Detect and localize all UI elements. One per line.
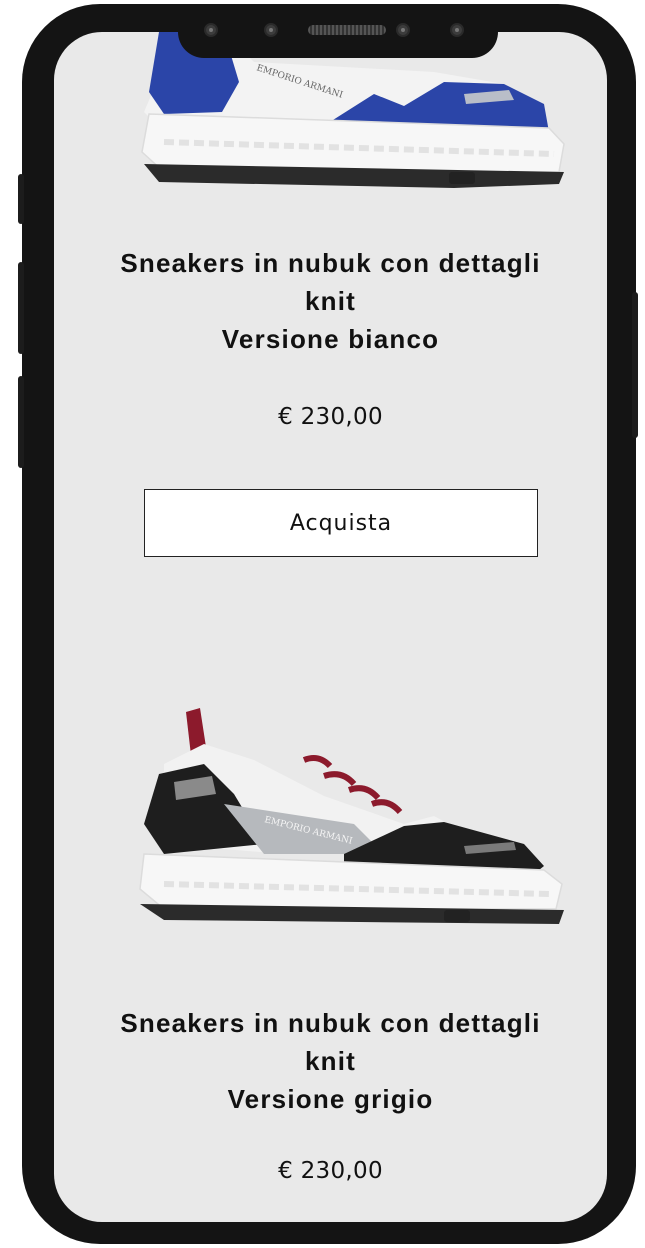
side-button-mute [18, 174, 24, 224]
side-button-volume-down [18, 376, 24, 468]
front-camera-icon [450, 23, 464, 37]
app-screen: EMPORIO ARMANI Sneakers in nubuk con det… [54, 32, 607, 1222]
product-title-line: Sneakers in nubuk con dettagli [120, 248, 541, 278]
camera-icon [204, 23, 218, 37]
product-title[interactable]: Sneakers in nubuk con dettagli knit Vers… [74, 1004, 587, 1118]
product-title[interactable]: Sneakers in nubuk con dettagli knit Vers… [74, 244, 587, 358]
product-title-line: Sneakers in nubuk con dettagli [120, 1008, 541, 1038]
buy-button[interactable]: Acquista [144, 489, 538, 557]
product-price: € 230,00 [278, 404, 383, 430]
notch [178, 4, 498, 58]
product-image[interactable]: EMPORIO ARMANI [104, 32, 574, 212]
product-image[interactable]: EMPORIO ARMANI [104, 704, 574, 934]
side-button-power [632, 292, 638, 438]
product-variant: Versione grigio [227, 1084, 434, 1114]
product-variant: Versione bianco [221, 324, 440, 354]
product-price: € 230,00 [278, 1158, 383, 1184]
sensor-icon [264, 23, 278, 37]
product-title-line: knit [304, 1046, 357, 1076]
speaker-grille [308, 25, 386, 35]
proximity-sensor-icon [396, 23, 410, 37]
side-button-volume-up [18, 262, 24, 354]
product-title-line: knit [304, 286, 357, 316]
